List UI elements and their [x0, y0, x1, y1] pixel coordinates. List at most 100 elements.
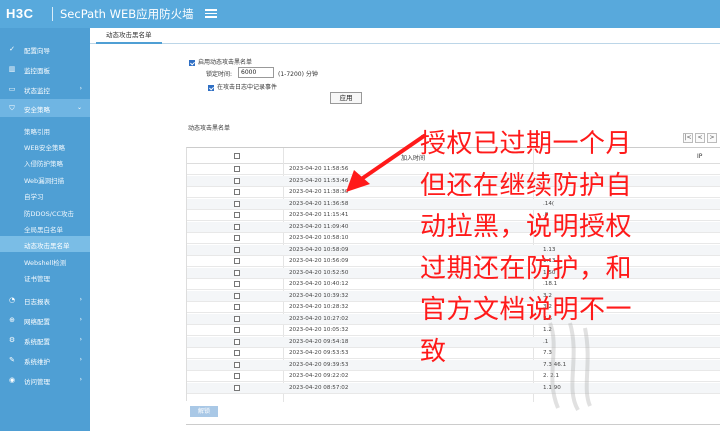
sidebar-item-system-config[interactable]: ⚙ 系统配置 ›	[0, 331, 90, 349]
row-checkbox[interactable]	[234, 384, 240, 391]
sidebar-subitem-global-list[interactable]: 全局黑白名单	[0, 220, 90, 236]
row-time: 2023-04-20 10:05:32	[289, 327, 349, 333]
row-checkbox[interactable]	[234, 304, 240, 310]
row-time: 2023-04-20 10:56:09	[289, 258, 349, 264]
red-arrow-annotation	[346, 134, 426, 192]
sidebar-item-label: 安全策略	[24, 106, 50, 114]
wand-icon: ✓	[9, 45, 15, 53]
chevron-right-icon: ›	[79, 336, 82, 343]
sidebar-subitem-webshell[interactable]: Webshell检测	[0, 253, 90, 269]
row-checkbox[interactable]	[234, 327, 240, 333]
row-time: 2023-04-20 10:27:02	[289, 315, 349, 322]
sidebar-subitem-web-security[interactable]: WEB安全策略	[0, 138, 90, 154]
row-checkbox[interactable]	[234, 281, 240, 287]
header-divider	[52, 7, 53, 21]
row-checkbox[interactable]	[234, 350, 240, 356]
row-checkbox[interactable]	[234, 292, 240, 299]
row-time: 2023-04-20 11:15:41	[289, 212, 349, 218]
select-all-checkbox[interactable]	[234, 153, 240, 159]
shield-icon: ⛉	[9, 104, 15, 112]
sidebar-subitem-self-learning[interactable]: 自学习	[0, 187, 90, 203]
lock-icon: ◉	[8, 376, 16, 384]
annotation-line: 过期还在防护，和	[420, 253, 633, 284]
sidebar-item-dashboard[interactable]: ▥ 监控面板	[0, 60, 90, 78]
sidebar-item-log-report[interactable]: ◔ 日志报表 ›	[0, 291, 90, 309]
tab-dynamic-blacklist[interactable]: 动态攻击黑名单	[96, 28, 162, 44]
sidebar-item-label: 网络配置	[24, 318, 50, 326]
app-title: SecPath WEB应用防火墙	[60, 7, 194, 21]
log-event-checkbox[interactable]	[208, 84, 214, 91]
row-checkbox[interactable]	[234, 212, 240, 218]
chevron-right-icon: ›	[79, 85, 82, 92]
row-time: 2023-04-20 09:54:18	[289, 338, 349, 345]
row-checkbox[interactable]	[234, 177, 240, 184]
sidebar-subitem-policy-ref[interactable]: 策略引用	[0, 122, 90, 138]
sidebar-item-label: 访问管理	[24, 378, 50, 386]
unlock-button[interactable]: 解锁	[190, 406, 218, 417]
row-checkbox[interactable]	[234, 189, 240, 195]
sidebar-item-label: 日志报表	[24, 298, 50, 306]
sidebar-item-monitor[interactable]: ▭ 状态监控 ›	[0, 80, 90, 98]
annotation-line: 致	[420, 336, 447, 367]
row-checkbox[interactable]	[234, 258, 240, 264]
row-time: 2023-04-20 11:09:40	[289, 223, 349, 230]
row-checkbox[interactable]	[234, 338, 240, 345]
row-checkbox[interactable]	[234, 373, 240, 379]
annotation-line: 动拉黑，说明授权	[420, 212, 633, 242]
sidebar-subitem-ddos-cc[interactable]: 防DDOS/CC攻击	[0, 204, 90, 220]
chevron-right-icon: ›	[79, 316, 82, 323]
row-time: 2023-04-20 09:39:53	[289, 361, 349, 368]
sidebar-item-label: 状态监控	[24, 87, 50, 95]
lock-period-input[interactable]: 6000	[238, 67, 274, 78]
row-time: 2023-04-20 08:57:02	[289, 384, 349, 391]
lock-period-label: 锁定时间:	[206, 71, 233, 78]
sidebar-item-network[interactable]: ⊕ 网络配置 ›	[0, 311, 90, 329]
table-row[interactable]: 2023-04-20 08:57:02 1.1 90	[187, 382, 720, 394]
lock-period-hint: (1-7200) 分钟	[278, 71, 318, 78]
enable-blacklist-label: 启用动态攻击黑名单	[198, 59, 253, 66]
row-checkbox[interactable]	[234, 166, 240, 172]
monitor-icon: ▭	[8, 85, 16, 93]
annotation-line: 但还在继续防护自	[420, 170, 633, 201]
sidebar-item-access-mgmt[interactable]: ◉ 访问管理 ›	[0, 371, 90, 389]
sidebar-subitem-ips[interactable]: 入侵防护策略	[0, 154, 90, 170]
row-checkbox[interactable]	[234, 361, 240, 368]
enable-blacklist-option[interactable]: 启用动态攻击黑名单	[189, 57, 252, 66]
tab-bar: 动态攻击黑名单	[90, 28, 720, 44]
sidebar-item-maintenance[interactable]: ✎ 系统维护 ›	[0, 351, 90, 369]
sidebar: ✓ 配置向导 ▥ 监控面板 ▭ 状态监控 › ⛉ 安全策略 ⌄ 策略引用 WEB…	[0, 28, 90, 431]
row-time: 2023-04-20 09:53:53	[289, 350, 349, 356]
chevron-right-icon: ›	[79, 376, 82, 383]
blacklist-section-title: 动态攻击黑名单	[188, 125, 231, 132]
dashboard-icon: ▥	[8, 65, 16, 73]
enable-blacklist-checkbox[interactable]	[189, 59, 195, 66]
row-time: 2023-04-20 10:52:50	[289, 269, 349, 276]
log-event-label: 在攻击日志中记录事件	[217, 84, 278, 91]
row-checkbox[interactable]	[234, 200, 240, 207]
hamburger-menu-icon[interactable]	[205, 7, 217, 19]
row-checkbox[interactable]	[234, 315, 240, 322]
row-checkbox[interactable]	[234, 235, 240, 241]
sidebar-subitem-dynamic-blacklist[interactable]: 动态攻击黑名单	[0, 236, 90, 252]
apply-button[interactable]: 应用	[330, 92, 362, 104]
sidebar-item-label: 系统配置	[24, 338, 50, 346]
row-time: 2023-04-20 10:58:10	[289, 235, 349, 241]
report-icon: ◔	[8, 296, 16, 304]
row-checkbox[interactable]	[234, 246, 240, 253]
row-time: 2023-04-20 10:58:09	[289, 246, 349, 253]
log-event-option[interactable]: 在攻击日志中记录事件	[208, 82, 277, 91]
row-checkbox[interactable]	[234, 223, 240, 230]
sidebar-subitem-vuln-scan[interactable]: Web漏洞扫描	[0, 171, 90, 187]
chevron-right-icon: ›	[79, 356, 82, 363]
sidebar-item-security-policy[interactable]: ⛉ 安全策略 ⌄	[0, 99, 90, 117]
row-time: 2023-04-20 10:40:12	[289, 281, 349, 287]
chevron-down-icon: ⌄	[76, 104, 82, 111]
annotation-line: 授权已过期一个月	[420, 129, 633, 159]
row-checkbox[interactable]	[234, 269, 240, 276]
sidebar-subitem-certificates[interactable]: 证书管理	[0, 269, 90, 285]
h3c-logo: H3C	[6, 6, 34, 21]
sidebar-item-wizard[interactable]: ✓ 配置向导	[0, 40, 90, 58]
annotation-text: 授权已过期一个月 但还在继续防护自 动拉黑，说明授权 过期还在防护，和 官方文档说明不一…	[420, 124, 710, 373]
sidebar-item-label: 系统维护	[24, 358, 50, 366]
top-header: H3C SecPath WEB应用防火墙	[0, 0, 720, 28]
